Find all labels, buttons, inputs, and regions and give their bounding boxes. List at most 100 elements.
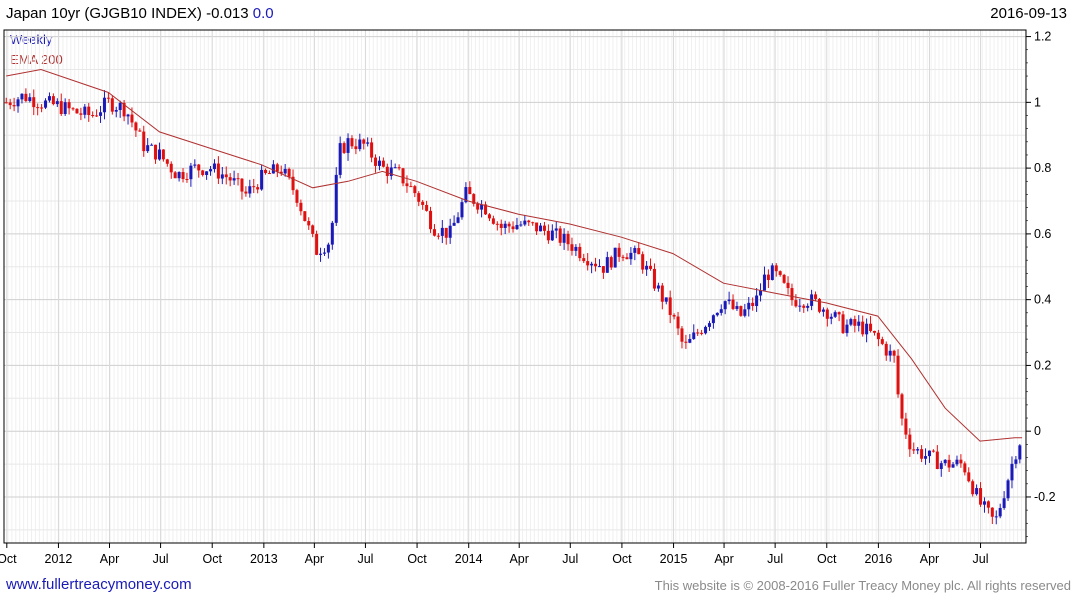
price-bar-body [236,178,240,180]
price-bar-body [134,122,138,131]
price-bar-body [982,501,986,505]
price-bar-body [429,210,433,230]
price-bar-body [499,223,503,228]
price-bar-body [212,163,216,170]
price-bar-body [802,305,806,308]
price-bar-body [189,165,193,180]
price-bar-body [295,190,299,203]
price-bar-body [495,223,499,225]
price-bar-body [381,160,385,167]
y-tick-label: 0 [1034,424,1041,438]
price-bar-body [47,96,51,101]
y-tick-label: 0.6 [1034,227,1051,241]
price-bar-body [409,186,413,188]
y-tick-label: -0.2 [1034,490,1056,504]
price-bar-body [798,305,802,307]
price-bar-body [535,222,539,232]
site-link[interactable]: www.fullertreacymoney.com [6,576,192,593]
x-tick-label: 2015 [660,552,688,566]
price-bar-body [118,102,122,110]
price-bar-body [209,169,213,172]
x-tick-label: Oct [202,552,222,566]
price-bar-body [590,263,594,266]
price-bar-body [566,233,570,245]
price-bar-body [185,178,189,180]
price-bar-body [397,167,401,169]
x-tick-label: 2016 [864,552,892,566]
price-chart: 1.2 1 0.8 0.6 0.4 0.2 0 -0.2 Oct 2012 Apr Jul Oct 201… [0,29,1056,566]
price-bar-body [393,167,397,169]
price-bar-body [578,246,582,259]
price-bar-body [574,246,578,251]
price-bar-body [700,332,704,334]
price-bar-body [531,222,535,224]
price-bar-body [876,332,880,340]
y-tick-label: 0.2 [1034,358,1051,372]
price-bar-body [755,295,759,307]
price-bar-body [821,309,825,312]
price-bar-body [727,299,731,302]
price-bar-body [346,138,350,153]
x-tick-label: 2013 [250,552,278,566]
price-bar-body [939,463,943,469]
price-bar-body [161,149,165,160]
price-bar-body [990,507,994,517]
price-bar-body [248,186,252,194]
price-bar-body [224,174,228,178]
price-bar-body [456,217,460,223]
price-bar-body [275,164,279,172]
price-bar-body [515,224,519,230]
x-tick-label: Jul [562,552,578,566]
price-bar-body [523,220,527,225]
copyright-notice: This website is © 2008-2016 Fuller Treac… [654,578,1071,593]
x-tick-label: Apr [920,552,939,566]
price-bar-body [79,113,83,115]
price-bar-body [95,115,99,117]
price-bar-body [747,302,751,310]
price-bar-body [401,168,405,184]
price-bar-body [959,459,963,464]
price-bar-body [322,252,326,254]
price-bar-body [83,106,87,115]
price-bar-body [319,253,323,255]
price-bar-body [967,472,971,482]
price-bar-body [40,107,44,109]
x-tick-label: Oct [817,552,837,566]
price-bar-body [833,312,837,317]
price-bar-body [36,107,40,109]
price-bar-body [44,100,48,108]
price-bar-body [1006,480,1010,499]
price-bar-body [735,306,739,309]
price-bar-body [542,225,546,231]
price-bar-body [405,183,409,187]
price-bar-body [865,323,869,335]
y-tick-label: 0.8 [1034,161,1051,175]
price-bar-body [601,266,605,273]
price-bar-body [244,191,248,194]
price-bar-body [362,139,366,144]
price-bar-body [645,265,649,270]
price-bar-body [228,177,232,181]
price-bar-body [307,221,311,226]
price-bar-body [841,314,845,334]
price-bar-body [707,323,711,327]
price-bar-body [912,449,916,451]
price-bar-body [476,203,480,210]
price-bar-body [425,204,429,211]
price-bar-body [126,114,130,117]
price-bar-body [896,355,900,395]
price-bar-body [315,233,319,255]
price-bar-body [539,225,543,232]
y-tick-label: 1 [1034,95,1041,109]
price-bar-body [837,312,841,315]
price-bar-body [719,309,723,313]
price-bar-body [142,131,146,152]
x-tick-label: 2014 [455,552,483,566]
price-bar-body [943,459,947,464]
x-tick-label: Apr [305,552,324,566]
price-bar-body [67,102,71,109]
price-bar-body [330,222,334,245]
price-bar-body [696,332,700,334]
price-bar-body [888,350,892,356]
price-bar-body [267,173,271,175]
